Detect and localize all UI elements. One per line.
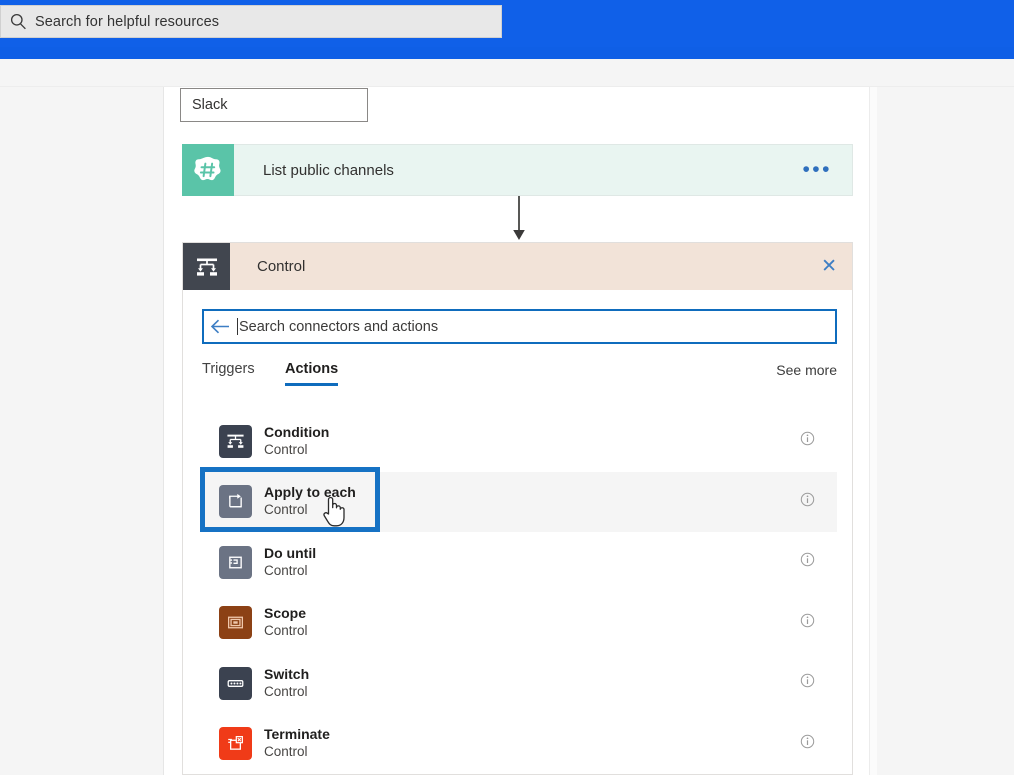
- info-icon[interactable]: [800, 734, 815, 754]
- action-title: Condition: [264, 423, 330, 440]
- sub-header-strip: [0, 59, 1014, 87]
- action-row-do-until[interactable]: Do until Control: [202, 532, 837, 593]
- search-icon: [1, 5, 35, 38]
- tab-triggers[interactable]: Triggers: [202, 361, 255, 386]
- top-header-bar: Search for helpful resources: [0, 0, 1014, 47]
- tab-actions-label: Actions: [285, 361, 339, 377]
- info-icon[interactable]: [800, 552, 815, 572]
- search-connectors-placeholder: Search connectors and actions: [239, 318, 439, 335]
- action-row-scope[interactable]: Scope Control: [202, 593, 837, 654]
- action-list: Condition Control Apply to each Control …: [202, 411, 837, 774]
- app-root: Search for helpful resources Slack List …: [0, 0, 1014, 775]
- info-icon[interactable]: [800, 673, 815, 693]
- action-subtitle: Control: [264, 623, 308, 639]
- action-title: Scope: [264, 605, 307, 622]
- down-arrow-icon: [512, 196, 526, 244]
- info-icon[interactable]: [800, 613, 815, 633]
- header-accent-strip: [0, 47, 1014, 59]
- search-connectors-input[interactable]: Search connectors and actions: [202, 309, 837, 344]
- action-subtitle: Control: [264, 562, 308, 578]
- apply-to-each-icon: [219, 485, 252, 519]
- flow-step-title: List public channels: [263, 161, 394, 179]
- control-connector-panel: Control ✕ Search connectors and actions …: [182, 242, 853, 775]
- action-row-apply-to-each[interactable]: Apply to each Control: [202, 471, 837, 532]
- scope-icon: [219, 606, 252, 640]
- text-caret: [237, 318, 238, 335]
- action-row-text: Switch Control: [264, 666, 309, 701]
- action-row-text: Scope Control: [264, 605, 308, 640]
- control-condition-icon: [183, 243, 230, 290]
- slack-hash-icon: [182, 143, 234, 196]
- action-subtitle: Control: [264, 441, 308, 457]
- flow-step-list-public-channels[interactable]: List public channels •••: [182, 143, 853, 196]
- action-row-text: Condition Control: [264, 424, 329, 459]
- control-panel-title: Control: [257, 258, 306, 275]
- action-subtitle: Control: [264, 683, 308, 699]
- do-until-icon: [219, 545, 252, 579]
- action-row-text: Do until Control: [264, 545, 316, 580]
- action-row-condition[interactable]: Condition Control: [202, 411, 837, 472]
- tab-triggers-label: Triggers: [202, 361, 255, 377]
- switch-icon: [219, 666, 252, 700]
- see-more-link[interactable]: See more: [776, 362, 837, 378]
- action-row-terminate[interactable]: Terminate Control: [202, 714, 837, 775]
- back-arrow-icon[interactable]: [204, 310, 237, 343]
- connection-name-label: Slack: [192, 97, 228, 113]
- action-subtitle: Control: [264, 502, 308, 518]
- panel-tabs: Triggers Actions See more: [202, 361, 837, 399]
- action-title: Do until: [264, 544, 317, 561]
- canvas-scrollbar[interactable]: [869, 87, 877, 775]
- control-panel-header: Control ✕: [183, 243, 852, 290]
- global-search-box[interactable]: Search for helpful resources: [0, 5, 502, 38]
- info-icon[interactable]: [800, 492, 815, 512]
- action-title: Apply to each: [264, 484, 356, 501]
- action-title: Switch: [264, 665, 310, 682]
- action-title: Terminate: [264, 726, 330, 743]
- tab-actions[interactable]: Actions: [285, 361, 339, 386]
- global-search-placeholder: Search for helpful resources: [35, 13, 220, 30]
- condition-icon: [219, 424, 252, 458]
- action-row-text: Apply to each Control: [264, 484, 356, 519]
- action-subtitle: Control: [264, 744, 308, 760]
- terminate-icon: [219, 727, 252, 761]
- connection-name-box[interactable]: Slack: [180, 88, 368, 122]
- action-row-text: Terminate Control: [264, 726, 330, 761]
- info-icon[interactable]: [800, 431, 815, 451]
- close-icon[interactable]: ✕: [821, 257, 837, 276]
- action-row-switch[interactable]: Switch Control: [202, 653, 837, 714]
- flow-step-overflow-menu[interactable]: •••: [802, 159, 832, 180]
